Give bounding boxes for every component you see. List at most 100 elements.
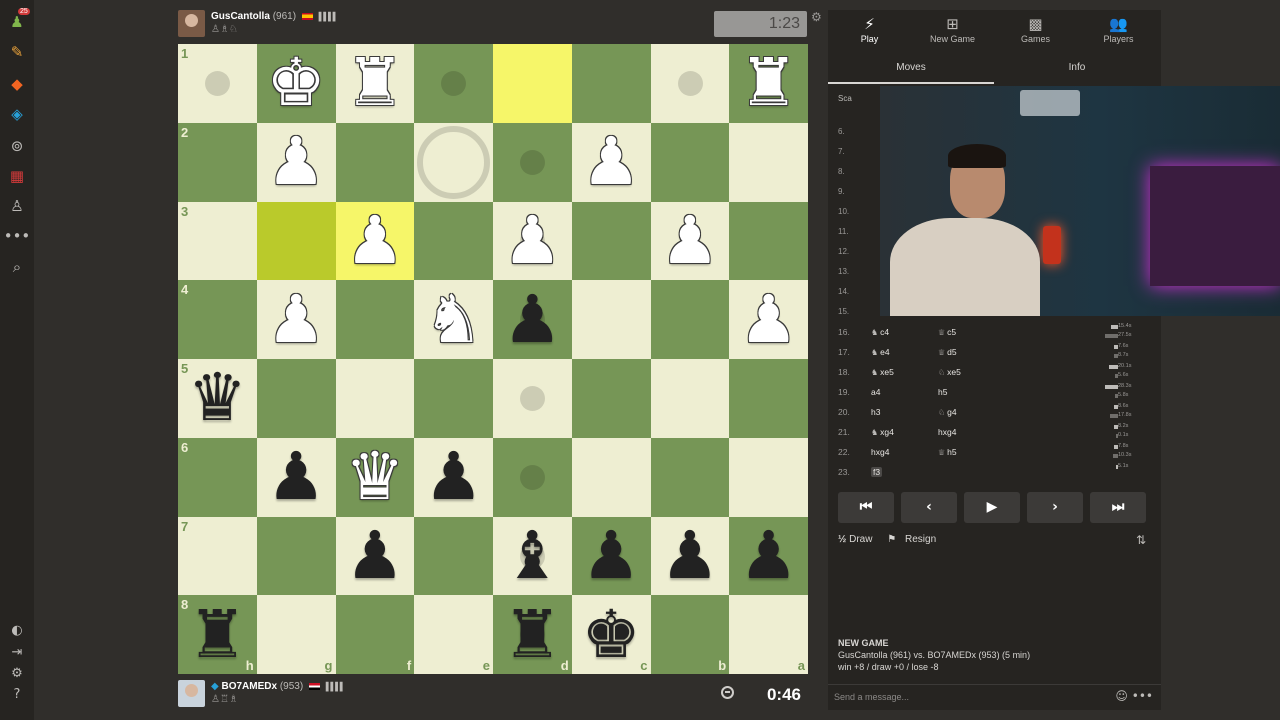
- square-g8[interactable]: g: [256, 595, 336, 674]
- square-f8[interactable]: f: [335, 595, 415, 674]
- black-bishop-piece[interactable]: ♝: [493, 517, 572, 596]
- flip-board-icon[interactable]: ⇅: [1136, 533, 1146, 547]
- legal-move-dot[interactable]: [520, 386, 545, 411]
- black-move[interactable]: ♘ xe5: [938, 367, 961, 377]
- square-g5[interactable]: [256, 359, 336, 438]
- square-e7[interactable]: [414, 516, 493, 596]
- white-move[interactable]: ♞ c4: [871, 327, 889, 337]
- black-move[interactable]: hxg4: [938, 427, 956, 437]
- white-move[interactable]: h3: [871, 407, 880, 417]
- square-a3[interactable]: [729, 201, 808, 281]
- square-e3[interactable]: [414, 201, 493, 281]
- square-c3[interactable]: [571, 201, 651, 281]
- legal-move-dot[interactable]: [677, 71, 703, 96]
- bottom-player-avatar[interactable]: [178, 680, 205, 707]
- white-move[interactable]: ♞ xg4: [871, 427, 894, 437]
- white-pawn-piece[interactable]: ♟: [651, 202, 730, 281]
- chess-board[interactable]: 1 2 3 4 5 6 7 8 h g f e d c b a ♚ ♜ ♜ ♟ ♟ ♟ ♟ ♟ ♟ ♞ ♟ ♟ ♛ ♟ ♛ ♟ ♟ ♝ ♟ ♟ ♟ ♜ ♜ ♚: [178, 44, 808, 674]
- tab-moves[interactable]: Moves: [828, 62, 994, 73]
- help-icon[interactable]: ?: [7, 684, 27, 704]
- white-move[interactable]: ♞ xe5: [871, 367, 894, 377]
- square-a5[interactable]: [729, 359, 808, 438]
- last-move-button[interactable]: ⏭: [1090, 492, 1146, 523]
- legal-move-dot[interactable]: [520, 149, 545, 175]
- tab-info[interactable]: Info: [994, 62, 1160, 73]
- black-pawn-piece[interactable]: ♟: [414, 438, 493, 517]
- white-move[interactable]: ♞ e4: [871, 347, 890, 357]
- black-pawn-piece[interactable]: ♟: [572, 517, 651, 596]
- next-move-button[interactable]: ›: [1027, 492, 1083, 523]
- emoji-icon[interactable]: ☺: [1115, 689, 1128, 703]
- square-h7[interactable]: 7: [178, 516, 257, 596]
- square-e1[interactable]: [414, 44, 493, 123]
- square-h6[interactable]: 6: [178, 437, 257, 517]
- black-rook-piece[interactable]: ♜: [493, 595, 572, 674]
- first-move-button[interactable]: ⏮: [838, 492, 894, 523]
- square-b4[interactable]: [650, 280, 730, 359]
- black-king-piece[interactable]: ♚: [572, 595, 651, 674]
- square-b8[interactable]: b: [650, 595, 730, 674]
- prev-move-button[interactable]: ‹: [901, 492, 957, 523]
- black-move[interactable]: ♕ h5: [938, 447, 957, 457]
- square-a8[interactable]: a: [729, 595, 808, 674]
- white-pawn-piece[interactable]: ♟: [729, 280, 808, 359]
- settings-icon[interactable]: ⚙: [7, 663, 27, 683]
- black-pawn-piece[interactable]: ♟: [651, 517, 730, 596]
- black-move[interactable]: h5: [938, 387, 947, 397]
- top-player-name[interactable]: GusCantolla: [211, 11, 270, 22]
- white-knight-piece[interactable]: ♞: [414, 280, 493, 359]
- learn-icon[interactable]: ◆: [7, 74, 27, 94]
- square-f2[interactable]: [335, 122, 415, 202]
- square-f4[interactable]: [335, 280, 415, 359]
- black-move[interactable]: ♕ c5: [938, 327, 956, 337]
- square-d6[interactable]: [493, 437, 572, 517]
- white-move[interactable]: f3: [871, 467, 883, 477]
- social-icon[interactable]: ♙: [7, 196, 27, 216]
- legal-move-dot[interactable]: [441, 71, 467, 96]
- white-queen-piece[interactable]: ♛: [336, 438, 415, 517]
- capture-hint-ring[interactable]: [417, 125, 491, 199]
- square-d1[interactable]: [493, 44, 572, 123]
- square-e2[interactable]: [414, 122, 493, 202]
- square-b5[interactable]: [650, 359, 730, 438]
- black-move[interactable]: ♕ d5: [938, 347, 957, 357]
- legal-move-dot[interactable]: [520, 464, 545, 490]
- watch-icon[interactable]: ◈: [7, 104, 27, 124]
- black-queen-piece[interactable]: ♛: [178, 359, 257, 438]
- square-e5[interactable]: [414, 359, 493, 438]
- square-h3[interactable]: 3: [178, 201, 257, 281]
- chat-box[interactable]: Send a message... ☺ •••: [828, 684, 1161, 710]
- black-pawn-piece[interactable]: ♟: [729, 517, 808, 596]
- square-a2[interactable]: [729, 122, 808, 202]
- black-pawn-piece[interactable]: ♟: [493, 280, 572, 359]
- white-pawn-piece[interactable]: ♟: [336, 202, 415, 281]
- play-moves-button[interactable]: ▶: [964, 492, 1020, 523]
- square-a6[interactable]: [729, 437, 808, 517]
- search-icon[interactable]: ⌕: [7, 257, 27, 277]
- black-pawn-piece[interactable]: ♟: [257, 438, 336, 517]
- square-b2[interactable]: [650, 122, 730, 202]
- black-move[interactable]: ♘ g4: [938, 407, 957, 417]
- more-icon[interactable]: •••: [4, 226, 31, 246]
- explore-icon[interactable]: ⊚: [7, 136, 27, 156]
- tab-players[interactable]: 👥 Players: [1077, 14, 1160, 44]
- tab-games[interactable]: ▩ Games: [994, 14, 1077, 44]
- square-e8[interactable]: e: [414, 595, 493, 674]
- square-c6[interactable]: [571, 437, 651, 517]
- puzzles-icon[interactable]: ✎: [7, 42, 27, 62]
- square-d5[interactable]: [493, 359, 572, 438]
- square-g3[interactable]: [256, 201, 336, 281]
- tab-play[interactable]: ⚡ Play: [828, 14, 911, 44]
- square-h1[interactable]: 1: [178, 44, 257, 123]
- white-king-piece[interactable]: ♚: [257, 44, 336, 123]
- square-c4[interactable]: [571, 280, 651, 359]
- white-pawn-piece[interactable]: ♟: [493, 202, 572, 281]
- square-h2[interactable]: 2: [178, 122, 257, 202]
- board-settings-icon[interactable]: ⚙: [811, 10, 822, 24]
- black-rook-piece[interactable]: ♜: [178, 595, 257, 674]
- square-b1[interactable]: [650, 44, 730, 123]
- black-pawn-piece[interactable]: ♟: [336, 517, 415, 596]
- square-h4[interactable]: 4: [178, 280, 257, 359]
- square-g7[interactable]: [256, 516, 336, 596]
- resign-button[interactable]: ⚑ Resign: [887, 534, 942, 545]
